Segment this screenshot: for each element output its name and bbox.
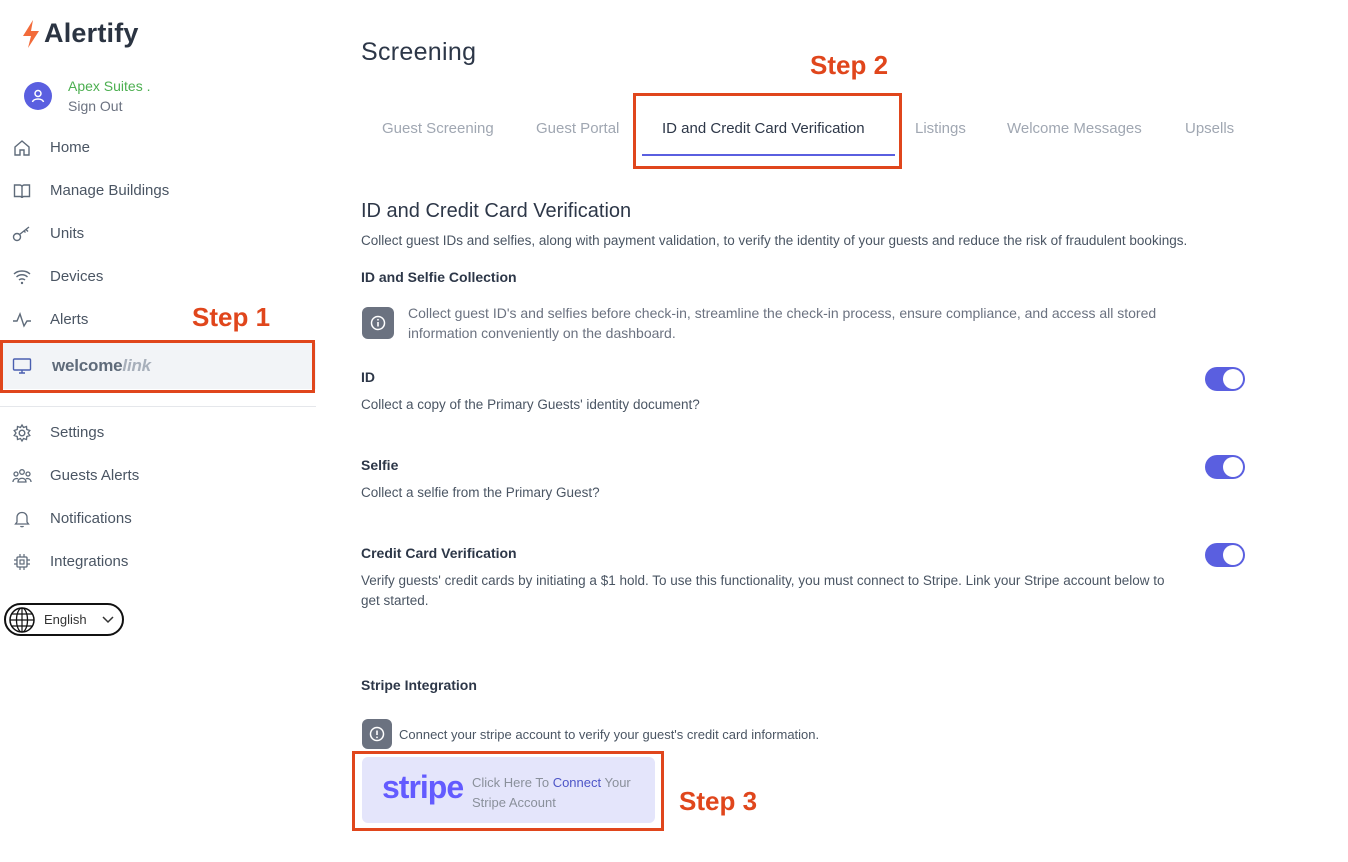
collection-info-text: Collect guest ID's and selfies before ch… xyxy=(408,305,1157,341)
sidebar-item-label: Home xyxy=(50,139,91,156)
info-icon-box xyxy=(362,307,394,339)
tab-welcome-messages[interactable]: Welcome Messages xyxy=(1007,120,1142,137)
sidebar-item-manage-buildings[interactable]: Manage Buildings xyxy=(0,169,316,212)
tab-guest-screening[interactable]: Guest Screening xyxy=(382,120,494,137)
selfie-setting-desc: Collect a selfie from the Primary Guest? xyxy=(361,485,600,500)
language-label: English xyxy=(44,612,87,627)
info-icon xyxy=(370,315,386,331)
id-setting-desc: Collect a copy of the Primary Guests' id… xyxy=(361,397,700,412)
sidebar-item-home[interactable]: Home xyxy=(0,126,316,169)
step3-annotation: Step 3 xyxy=(679,786,758,816)
sidebar-item-label: Units xyxy=(50,225,85,242)
tab-listings[interactable]: Listings xyxy=(915,120,966,137)
stripe-button-text: Click Here To Connect Your Stripe Accoun… xyxy=(472,775,631,810)
sidebar-divider xyxy=(0,406,316,407)
gear-icon xyxy=(12,423,32,443)
sidebar-item-label: Alerts xyxy=(50,311,89,328)
step1-annotation: Step 1 xyxy=(192,302,271,332)
sidebar-item-devices[interactable]: Devices xyxy=(0,255,316,298)
key-icon xyxy=(12,224,32,244)
sidebar-item-units[interactable]: Units xyxy=(0,212,316,255)
lightning-icon xyxy=(23,19,39,48)
credit-card-toggle[interactable] xyxy=(1205,543,1245,567)
sidebar-item-integrations[interactable]: Integrations xyxy=(0,540,316,583)
selfie-setting-title: Selfie xyxy=(361,457,399,473)
home-icon xyxy=(12,138,32,158)
sidebar-item-welcomelink[interactable]: welcomelink xyxy=(0,343,316,389)
active-tab-indicator xyxy=(642,154,895,156)
tab-upsells[interactable]: Upsells xyxy=(1185,120,1234,137)
stripe-logo: stripe xyxy=(382,769,464,805)
sidebar-item-label: Settings xyxy=(50,424,105,441)
sign-out-link[interactable]: Sign Out xyxy=(68,96,151,116)
connect-stripe-button[interactable]: stripe Click Here To Connect Your Stripe… xyxy=(362,757,655,823)
chevron-down-icon xyxy=(102,615,114,623)
stripe-info-icon-box xyxy=(362,719,392,749)
toggle-knob xyxy=(1223,369,1243,389)
sidebar-item-notifications[interactable]: Notifications xyxy=(0,497,316,540)
id-setting-title: ID xyxy=(361,369,375,385)
tab-guest-portal[interactable]: Guest Portal xyxy=(536,120,619,137)
sidebar-item-label: Devices xyxy=(50,268,104,285)
bell-icon xyxy=(12,509,32,529)
tab-id-credit-card-verification[interactable]: ID and Credit Card Verification xyxy=(662,120,865,137)
selfie-toggle[interactable] xyxy=(1205,455,1245,479)
sidebar: Alertify Apex Suites . Sign Out Home Man… xyxy=(0,0,316,862)
collection-title: ID and Selfie Collection xyxy=(361,269,517,285)
sidebar-item-label: Manage Buildings xyxy=(50,182,170,199)
stripe-integration-title: Stripe Integration xyxy=(361,677,477,693)
wifi-icon xyxy=(12,267,32,287)
user-panel: Apex Suites . Sign Out xyxy=(24,76,151,116)
alert-circle-icon xyxy=(369,726,385,742)
sidebar-item-label: Integrations xyxy=(50,553,129,570)
users-icon xyxy=(12,466,32,486)
app-logo[interactable]: Alertify xyxy=(20,18,139,49)
user-name: Apex Suites . xyxy=(68,78,151,94)
avatar[interactable] xyxy=(24,82,52,110)
chip-icon xyxy=(12,552,32,572)
sidebar-item-guests-alerts[interactable]: Guests Alerts xyxy=(0,454,316,497)
step2-annotation: Step 2 xyxy=(810,50,889,80)
credit-card-setting-desc: Verify guests' credit cards by initiatin… xyxy=(361,573,1165,608)
sidebar-item-label: Guests Alerts xyxy=(50,467,140,484)
activity-icon xyxy=(12,310,32,330)
globe-icon xyxy=(9,606,35,633)
page-title: Screening xyxy=(361,38,477,66)
toggle-knob xyxy=(1223,545,1243,565)
language-select[interactable]: English xyxy=(4,603,124,636)
sidebar-item-label: Notifications xyxy=(50,510,132,527)
monitor-icon xyxy=(12,356,32,376)
stripe-info-text: Connect your stripe account to verify yo… xyxy=(399,727,820,742)
toggle-knob xyxy=(1223,457,1243,477)
credit-card-setting-title: Credit Card Verification xyxy=(361,545,517,561)
sidebar-item-settings[interactable]: Settings xyxy=(0,411,316,454)
user-icon xyxy=(31,89,45,103)
section-description: Collect guest IDs and selfies, along wit… xyxy=(361,233,1188,248)
book-icon xyxy=(12,181,32,201)
section-title: ID and Credit Card Verification xyxy=(361,200,632,222)
id-toggle[interactable] xyxy=(1205,367,1245,391)
logo-text: Alertify xyxy=(44,18,139,48)
welcomelink-logo: welcomelink xyxy=(52,356,151,375)
